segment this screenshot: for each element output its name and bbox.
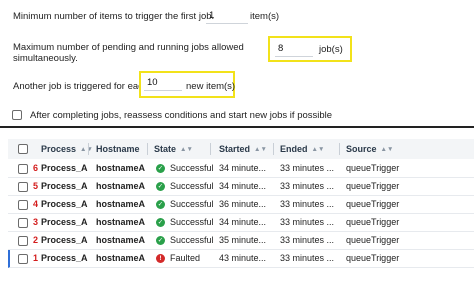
max-jobs-label-cont: simultaneously. [13, 53, 78, 64]
min-items-input[interactable]: 1 [206, 8, 248, 24]
column-header-process[interactable]: Process ▲▼ [41, 144, 93, 154]
started-time: 36 minute... [219, 199, 267, 209]
sort-icon: ▲▼ [311, 146, 325, 153]
source: queueTrigger [346, 199, 400, 209]
process-name[interactable]: Process_A [41, 199, 88, 209]
table-header: Process ▲▼ Hostname State ▲▼ Started ▲▼ End… [8, 139, 474, 159]
ended-time: 33 minutes ... [280, 163, 335, 173]
table-row[interactable]: 4 Process_A hostnameA ✓ Successful 36 mi… [8, 196, 474, 214]
row-number: 6 [33, 163, 39, 173]
another-job-input[interactable]: 10 [144, 75, 182, 91]
min-items-unit: item(s) [250, 11, 280, 22]
column-separator [88, 143, 89, 155]
state-text: Successful [170, 199, 214, 209]
sort-icon: ▲▼ [254, 146, 267, 153]
max-jobs-unit: job(s) [319, 44, 343, 55]
process-name[interactable]: Process_A [41, 217, 88, 227]
row-number: 3 [33, 217, 39, 227]
section-divider [0, 126, 474, 128]
table-row[interactable]: 3 Process_A hostnameA ✓ Successful 34 mi… [8, 214, 474, 232]
process-name[interactable]: Process_A [41, 235, 88, 245]
min-items-label: Minimum number of items to trigger the f… [13, 11, 215, 22]
column-separator [339, 143, 340, 155]
column-header-ended[interactable]: Ended ▲▼ [280, 144, 324, 154]
max-jobs-input[interactable]: 8 [275, 41, 313, 57]
row-checkbox[interactable] [18, 182, 28, 192]
source: queueTrigger [346, 235, 400, 245]
started-time: 35 minute... [219, 235, 267, 245]
check-icon: ✓ [156, 218, 165, 227]
state-text: Faulted [170, 253, 201, 263]
check-icon: ✓ [156, 200, 165, 209]
column-header-state[interactable]: State ▲▼ [154, 144, 193, 154]
ended-time: 33 minutes ... [280, 199, 335, 209]
table-row[interactable]: 6 Process_A hostnameA ✓ Successful 34 mi… [8, 160, 474, 178]
hostname: hostnameA [96, 199, 146, 209]
column-separator [147, 143, 148, 155]
reassess-checkbox[interactable] [12, 110, 22, 120]
source: queueTrigger [346, 253, 400, 263]
source: queueTrigger [346, 163, 400, 173]
sort-icon: ▲▼ [180, 146, 193, 153]
state-text: Successful [170, 235, 214, 245]
reassess-label: After completing jobs, reassess conditio… [30, 110, 333, 121]
ended-time: 33 minutes ... [280, 181, 335, 191]
source: queueTrigger [346, 217, 400, 227]
row-checkbox[interactable] [18, 200, 28, 210]
ended-time: 33 minutes ... [280, 253, 335, 263]
sort-icon: ▲▼ [80, 146, 93, 153]
hostname: hostnameA [96, 217, 146, 227]
started-time: 34 minute... [219, 163, 267, 173]
max-jobs-label: Maximum number of pending and running jo… [13, 42, 244, 53]
state-text: Successful [170, 181, 214, 191]
column-header-source[interactable]: Source ▲▼ [346, 144, 393, 154]
error-icon: ! [156, 254, 165, 263]
ended-time: 33 minutes ... [280, 235, 335, 245]
table-row[interactable]: 5 Process_A hostnameA ✓ Successful 34 mi… [8, 178, 474, 196]
row-number: 4 [33, 199, 39, 209]
select-all-checkbox[interactable] [18, 144, 28, 154]
state-text: Successful [170, 217, 214, 227]
row-checkbox[interactable] [18, 164, 28, 174]
column-separator [273, 143, 274, 155]
column-separator [210, 143, 211, 155]
another-job-unit: new item(s) [186, 81, 236, 92]
row-checkbox[interactable] [18, 254, 28, 264]
table-row[interactable]: 2 Process_A hostnameA ✓ Successful 35 mi… [8, 232, 474, 250]
started-time: 34 minute... [219, 181, 267, 191]
row-number: 5 [33, 181, 39, 191]
column-header-hostname[interactable]: Hostname [96, 144, 140, 154]
process-name[interactable]: Process_A [41, 163, 88, 173]
row-number: 2 [33, 235, 39, 245]
row-checkbox[interactable] [18, 218, 28, 228]
hostname: hostnameA [96, 163, 146, 173]
started-time: 43 minute... [219, 253, 267, 263]
row-number: 1 [33, 253, 39, 263]
trigger-settings-panel: Minimum number of items to trigger the f… [0, 0, 474, 127]
check-icon: ✓ [156, 164, 165, 173]
row-checkbox[interactable] [18, 236, 28, 246]
process-name[interactable]: Process_A [41, 181, 88, 191]
started-time: 34 minute... [219, 217, 267, 227]
hostname: hostnameA [96, 181, 146, 191]
column-header-started[interactable]: Started ▲▼ [219, 144, 267, 154]
check-icon: ✓ [156, 182, 165, 191]
ended-time: 33 minutes ... [280, 217, 335, 227]
check-icon: ✓ [156, 236, 165, 245]
another-job-label: Another job is triggered for each [13, 81, 149, 92]
sort-icon: ▲▼ [380, 146, 394, 153]
state-text: Successful [170, 163, 214, 173]
process-name[interactable]: Process_A [41, 253, 88, 263]
hostname: hostnameA [96, 253, 146, 263]
table-row-selected[interactable]: 1 Process_A hostnameA ! Faulted 43 minut… [8, 250, 474, 268]
source: queueTrigger [346, 181, 400, 191]
hostname: hostnameA [96, 235, 146, 245]
